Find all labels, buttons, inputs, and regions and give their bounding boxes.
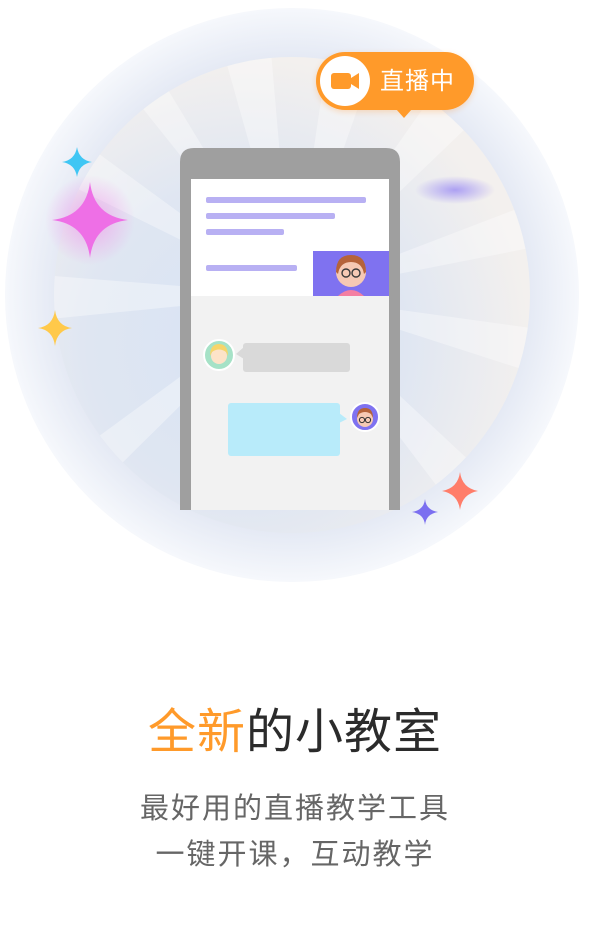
page-title: 全新的小教室	[0, 700, 590, 764]
received-message-bubble	[243, 343, 350, 372]
teacher-small-avatar	[350, 402, 380, 432]
student-avatar	[203, 339, 235, 371]
video-camera-icon	[320, 56, 370, 106]
subtitle-line-1: 最好用的直播教学工具	[139, 791, 450, 825]
purple-blur	[415, 176, 495, 204]
sent-message-bubble	[228, 403, 340, 456]
subtitle-line-2: 一键开课，互动教学	[155, 837, 435, 871]
live-status-label: 直播中	[380, 67, 455, 95]
live-badge: 直播中	[316, 52, 474, 118]
hero-illustration	[0, 0, 590, 600]
title-accent: 全新	[147, 704, 246, 760]
title-rest: 的小教室	[246, 704, 443, 760]
